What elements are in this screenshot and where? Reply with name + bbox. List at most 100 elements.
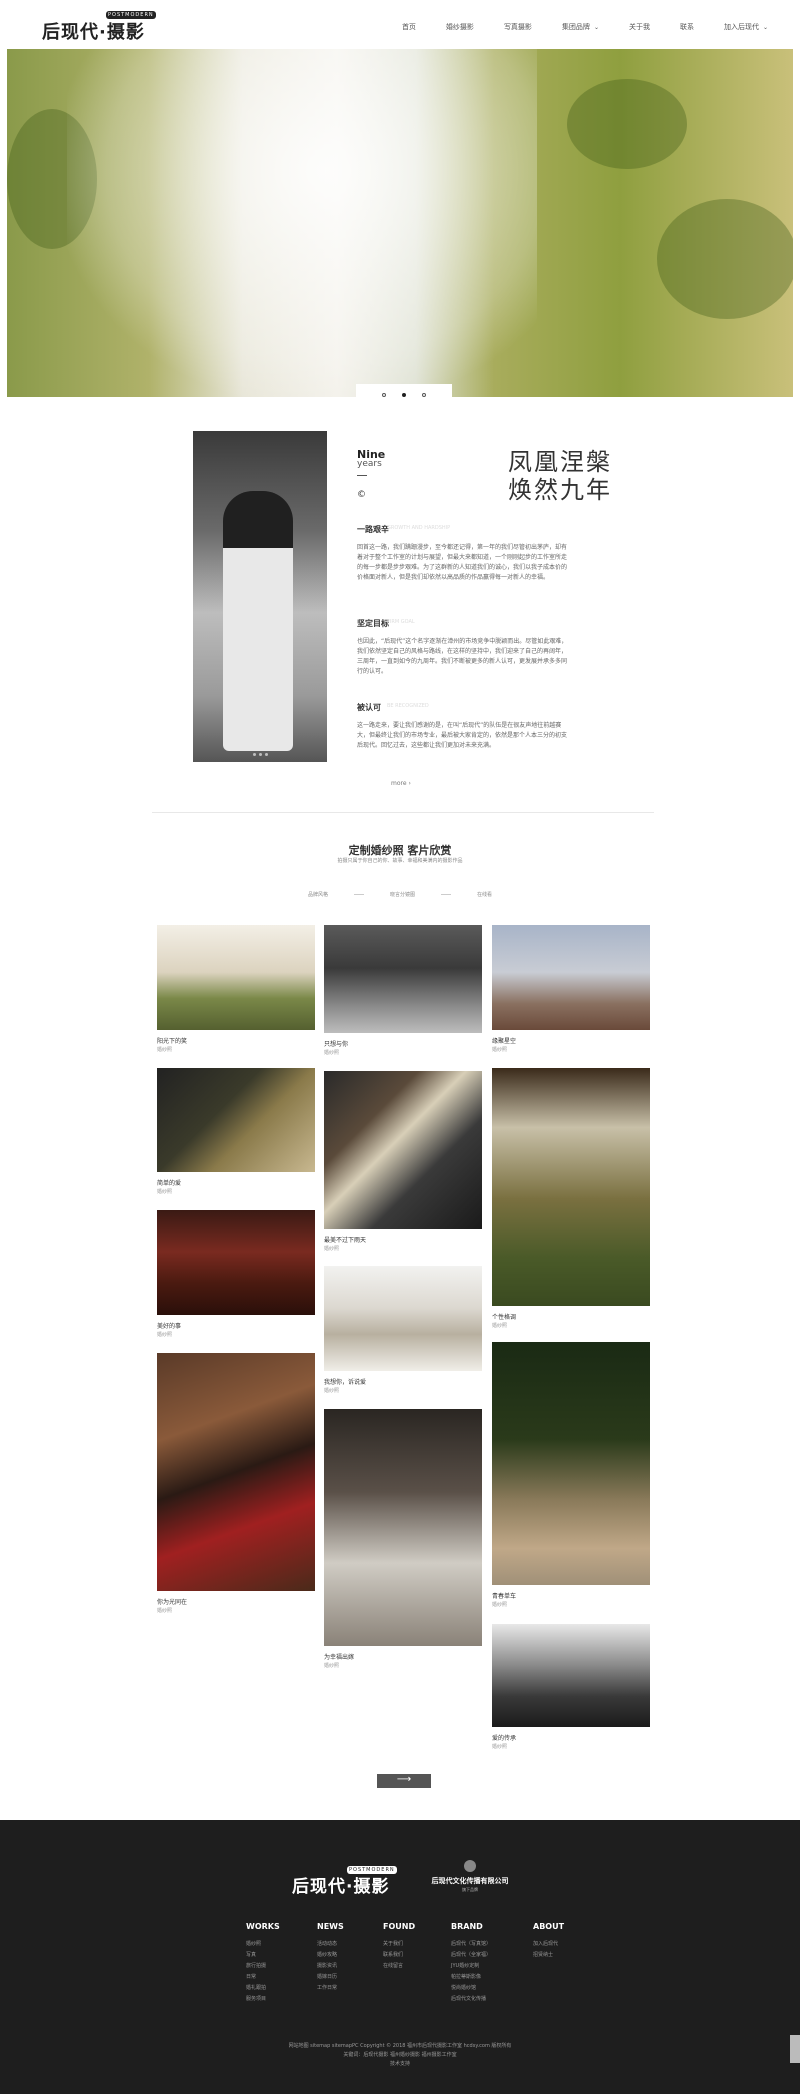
footer-link[interactable]: 日常 [246, 1972, 280, 1983]
photo-dots [253, 753, 268, 756]
footer-link[interactable]: JYU婚纱定制 [451, 1961, 491, 1972]
footer-link[interactable]: 旅行拍摄 [246, 1961, 280, 1972]
footer-link[interactable]: 后现代（全家福） [451, 1950, 491, 1961]
about-section-2: 坚定目标 FIRM GOAL 也因此，“后现代”这个名字逐渐在漳州的市场竞争中脱颖… [357, 618, 572, 677]
section-en: FIRM GOAL [387, 619, 415, 625]
section-title: 一路艰辛 [357, 525, 389, 534]
footer-link[interactable]: 写真 [246, 1950, 280, 1961]
gallery-photo [324, 1071, 482, 1229]
gallery-tab-storyboard[interactable]: 晓言分镜图 [390, 891, 451, 898]
nav-label: 婚纱摄影 [445, 23, 474, 31]
nav-contact[interactable]: 联系 [680, 22, 694, 32]
footer-link[interactable]: 婚纱照 [246, 1939, 280, 1950]
footer-link[interactable]: 帕拉蒂斯影像 [451, 1972, 491, 1983]
section-en: BE RECOGNIZED [387, 703, 429, 709]
gallery-card[interactable]: 你为光同在 婚纱照 [157, 1353, 315, 1614]
footer-link[interactable]: 摄影资讯 [317, 1961, 344, 1972]
gallery-photo [157, 925, 315, 1030]
footer-link[interactable]: 后现代文化传播 [451, 1994, 491, 2005]
copyright-line[interactable]: 技术支持 [0, 2060, 800, 2069]
footer-link[interactable]: 婚嫁日历 [317, 1972, 344, 1983]
tab-separator [353, 894, 364, 895]
gallery-title: 定制婚纱照 客片欣赏 [348, 844, 452, 857]
gallery-card[interactable]: 缘聚星空 婚纱照 [492, 925, 650, 1053]
nav-wedding[interactable]: 婚纱摄影 [446, 22, 474, 32]
card-caption: 为幸福出嫁 [324, 1654, 355, 1661]
gallery-photo [492, 1624, 650, 1727]
card-category: 婚纱照 [492, 1047, 508, 1053]
footer-link[interactable]: 工作日常 [317, 1983, 344, 1994]
gallery-card[interactable]: 个性格调 婚纱照 [492, 1068, 650, 1329]
card-category: 婚纱照 [157, 1189, 173, 1195]
footer-logo-tag: POSTMODERN [347, 1866, 397, 1874]
footer-link[interactable]: 婚礼跟拍 [246, 1983, 280, 1994]
gallery-card[interactable]: 只想与你 婚纱照 [324, 925, 482, 1056]
nav-join[interactable]: 加入后现代 ⌄ [724, 22, 768, 32]
more-link[interactable]: more › [391, 780, 411, 787]
card-category: 婚纱照 [157, 1608, 173, 1614]
tab-label: 晓言分镜图 [389, 892, 415, 898]
footer-col-found: FOUND 关于我们 联系我们 在线留言 [383, 1922, 415, 1972]
gallery-photo [492, 925, 650, 1030]
gallery-card[interactable]: 阳光下的笑 婚纱照 [157, 925, 315, 1053]
card-category: 婚纱照 [157, 1332, 173, 1338]
next-page-button[interactable]: ⟶ [377, 1774, 431, 1788]
gallery-card[interactable]: 最美不过下雨天 婚纱照 [324, 1071, 482, 1252]
card-caption: 爱的传承 [492, 1735, 517, 1742]
gallery-tab-style[interactable]: 品牌风格 [308, 891, 364, 898]
carousel-dots [356, 384, 452, 406]
nav-brand[interactable]: 集团品牌 ⌄ [562, 22, 599, 32]
nav-label: 集团品牌 [561, 23, 590, 31]
footer-link[interactable]: 招贤纳士 [533, 1950, 564, 1961]
gallery-card[interactable]: 简单的爱 婚纱照 [157, 1068, 315, 1195]
nav-about[interactable]: 关于我 [629, 22, 650, 32]
card-caption: 简单的爱 [157, 1180, 182, 1187]
gallery-tab-online[interactable]: 在线看 [477, 891, 492, 898]
footer-col-title: ABOUT [533, 1922, 565, 1931]
gallery-card[interactable]: 美好的事 婚纱照 [157, 1210, 315, 1338]
footer-link[interactable]: 悦尚婚纱馆 [451, 1983, 491, 1994]
footer-link[interactable]: 联系我们 [383, 1950, 415, 1961]
footer-link[interactable]: 活动动态 [317, 1939, 344, 1950]
gallery-card[interactable]: 我想你，诉说爱 婚纱照 [324, 1266, 482, 1394]
card-category: 婚纱照 [492, 1744, 508, 1750]
footer-link[interactable]: 服务项目 [246, 1994, 280, 2005]
nav-home[interactable]: 首页 [402, 22, 416, 32]
section-divider [152, 812, 654, 813]
chevron-down-icon: ⌄ [762, 24, 768, 31]
copyright-line: 网站地图 sitemap sitemapPC Copyright © 2018 … [288, 2043, 512, 2049]
gallery-card[interactable]: 为幸福出嫁 婚纱照 [324, 1409, 482, 1669]
site-logo[interactable]: 后现代·摄影 POSTMODERN [42, 11, 156, 44]
footer-logo-text: 后现代·摄影 [292, 1877, 390, 1897]
gallery-photo [157, 1068, 315, 1172]
gallery-card[interactable]: 青春单车 婚纱照 [492, 1342, 650, 1608]
footer-link[interactable]: 关于我们 [383, 1939, 415, 1950]
card-caption: 阳光下的笑 [157, 1038, 188, 1045]
footer-link[interactable]: 婚纱攻略 [317, 1950, 344, 1961]
gallery-photo [492, 1068, 650, 1306]
carousel-dot-3[interactable] [422, 393, 426, 397]
card-category: 婚纱照 [324, 1050, 340, 1056]
nav-portrait[interactable]: 写真摄影 [504, 22, 532, 32]
gallery-subtitle: 拍摄只属于你自己的你、故事、幸福和美满内的摄影作品 [337, 858, 463, 864]
section-title: 被认可 [357, 703, 381, 712]
about-photo [193, 431, 327, 762]
section-text: 这一路走来，要让我们感谢的是，在叫“后现代”的队伍是在很友声地往前越赛大，但最终… [357, 722, 568, 749]
logo-text: 后现代·摄影 [42, 22, 145, 43]
footer-col-works: WORKS 婚纱照 写真 旅行拍摄 日常 婚礼跟拍 服务项目 [246, 1922, 280, 2005]
carousel-dot-1[interactable] [382, 393, 386, 397]
carousel-dot-2[interactable] [402, 393, 406, 397]
site-header: 后现代·摄影 POSTMODERN 首页 婚纱摄影 写真摄影 集团品牌 ⌄ 关于我… [0, 0, 800, 48]
footer-link[interactable]: 后现代（写真馆） [451, 1939, 491, 1950]
side-float-widget[interactable] [790, 2035, 800, 2063]
hero-banner[interactable] [7, 49, 793, 397]
footer-link[interactable]: 加入后现代 [533, 1939, 564, 1950]
footer-logo[interactable]: 后现代·摄影 POSTMODERN [292, 1866, 397, 1897]
footer-col-title: BRAND [451, 1922, 483, 1931]
nav-label: 首页 [401, 23, 416, 31]
nav-label: 写真摄影 [503, 23, 532, 31]
gallery-card[interactable]: 爱的传承 婚纱照 [492, 1624, 650, 1750]
about-title: 凤凰涅槃 焕然九年 [508, 448, 612, 504]
section-text: 回首这一路，我们蹒跚漫步，至今都还记得，第一年的我们尽管初出茅庐，却有着对于整个… [357, 544, 568, 581]
footer-link[interactable]: 在线留言 [383, 1961, 415, 1972]
